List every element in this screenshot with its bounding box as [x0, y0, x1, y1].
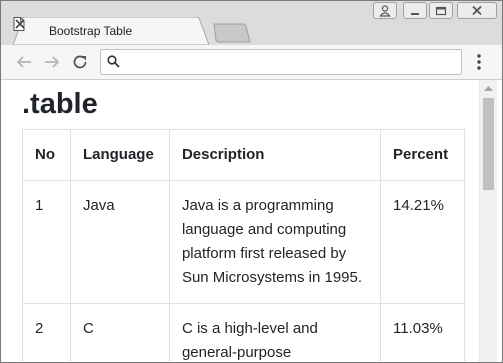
address-bar[interactable] — [100, 49, 462, 75]
tab-strip: Bootstrap Table — [1, 1, 502, 45]
arrow-left-icon[interactable] — [15, 53, 33, 71]
reload-icon[interactable] — [71, 53, 89, 71]
restore-button[interactable] — [429, 2, 453, 19]
cell-description: C is a high-level and general-purpose — [168, 303, 382, 362]
table-row: 2 C C is a high-level and general-purpos… — [22, 303, 465, 362]
table-row: 1 Java Java is a programming language an… — [22, 180, 465, 304]
restore-icon — [435, 6, 447, 16]
language-table: No Language Description Percent 1 Java J… — [22, 129, 465, 362]
user-icon — [379, 5, 391, 17]
cell-percent: 11.03% — [380, 303, 465, 362]
browser-toolbar — [1, 45, 502, 80]
vertical-scrollbar[interactable] — [479, 80, 497, 362]
kebab-menu-icon[interactable] — [473, 52, 485, 72]
arrow-right-icon[interactable] — [43, 53, 61, 71]
cell-percent: 14.21% — [380, 180, 465, 304]
user-button[interactable] — [373, 2, 397, 19]
cell-language: C — [69, 303, 170, 362]
address-input[interactable] — [127, 52, 457, 72]
scroll-up-arrow-icon[interactable] — [483, 84, 494, 92]
tab-bootstrap-table[interactable]: Bootstrap Table — [13, 17, 209, 45]
tab-title: Bootstrap Table — [49, 24, 133, 38]
cell-no: 2 — [22, 303, 71, 362]
minimize-icon — [411, 13, 419, 15]
table-header-row: No Language Description Percent — [22, 129, 465, 181]
close-window-button[interactable] — [457, 2, 497, 19]
page-title: .table — [22, 88, 98, 120]
browser-window: Bootstrap Table .table No Language Descr… — [0, 0, 503, 363]
close-icon[interactable] — [13, 17, 27, 31]
close-window-icon — [472, 5, 482, 16]
cell-language: Java — [69, 180, 170, 304]
column-header-percent: Percent — [380, 129, 465, 181]
minimize-button[interactable] — [403, 2, 427, 19]
search-icon — [107, 55, 120, 68]
new-tab-button[interactable] — [213, 23, 251, 43]
cell-no: 1 — [22, 180, 71, 304]
column-header-no: No — [22, 129, 71, 181]
column-header-description: Description — [168, 129, 382, 181]
column-header-language: Language — [69, 129, 170, 181]
cell-description: Java is a programming language and compu… — [168, 180, 382, 304]
page-viewport: .table No Language Description Percent 1… — [1, 80, 479, 362]
scrollbar-thumb[interactable] — [483, 98, 494, 190]
